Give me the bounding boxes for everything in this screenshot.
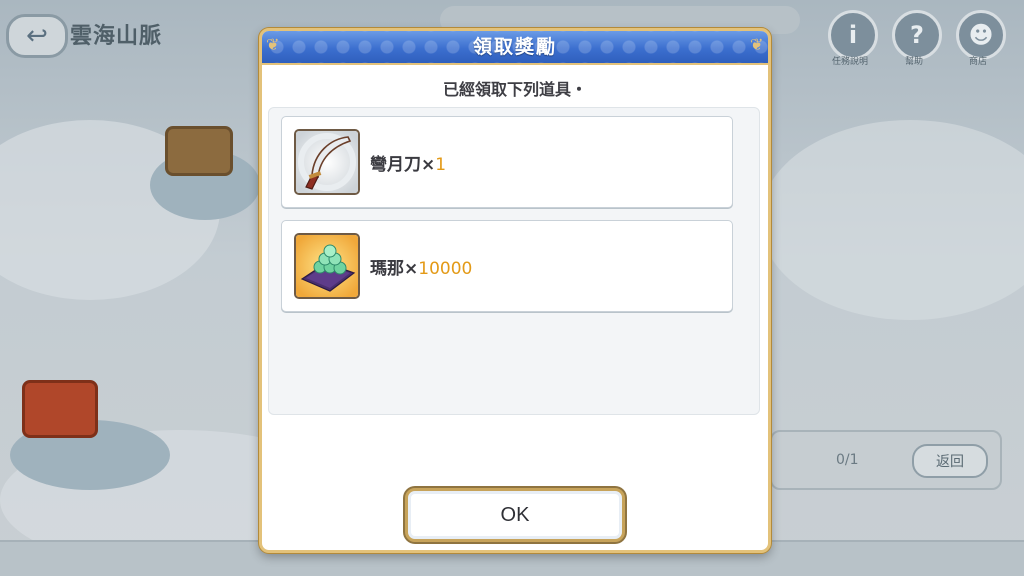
back-button[interactable]: ↩	[6, 14, 68, 58]
help-label: 幫助	[904, 57, 923, 67]
ok-button[interactable]: OK	[405, 488, 625, 542]
times-sign: ×	[404, 259, 419, 279]
shop-glyph: ☻	[968, 21, 994, 49]
dialog-title: 領取獎勵	[472, 36, 557, 58]
list-item: 彎月刀×1	[281, 116, 733, 208]
item-name-text: 瑪那	[370, 259, 404, 279]
treasure-chest-icon[interactable]	[165, 126, 233, 176]
item-name: 彎月刀×1	[370, 150, 446, 175]
item-name-text: 彎月刀	[370, 155, 421, 175]
help-glyph: ?	[910, 21, 924, 49]
info-label: 任務說明	[831, 57, 868, 67]
quest-progress-text: 0/1	[836, 452, 859, 468]
info-glyph: i	[848, 21, 858, 49]
ok-button-label: OK	[500, 503, 530, 526]
info-icon[interactable]: i	[828, 10, 878, 60]
help-icon[interactable]: ?	[892, 10, 942, 60]
return-button[interactable]: 返回	[912, 444, 988, 478]
reward-list[interactable]: 彎月刀×1 瑪那×10000	[268, 107, 760, 415]
list-item: 瑪那×10000	[281, 220, 733, 312]
treasure-chest-icon[interactable]	[22, 380, 98, 438]
dialog-subtitle: 已經領取下列道具・	[442, 80, 587, 99]
mana-pile-icon	[294, 233, 360, 299]
area-title: 雲海山脈	[70, 24, 163, 49]
return-button-label: 返回	[936, 454, 964, 470]
corner-ornament-icon: ❦	[266, 35, 280, 54]
item-quantity: 10000	[418, 259, 473, 279]
item-name: 瑪那×10000	[370, 254, 472, 279]
reward-dialog: ❦ ❦ 領取獎勵 已經領取下列道具・ 彎月刀×1 瑪那×10000 OK	[259, 28, 771, 553]
back-arrow-icon: ↩	[26, 21, 48, 51]
shop-icon[interactable]: ☻	[956, 10, 1006, 60]
corner-ornament-icon: ❦	[750, 35, 764, 54]
shop-label: 商店	[968, 57, 987, 67]
item-quantity: 1	[435, 155, 447, 175]
crescent-blade-icon	[294, 129, 360, 195]
times-sign: ×	[421, 155, 436, 175]
cloud	[760, 120, 1024, 320]
